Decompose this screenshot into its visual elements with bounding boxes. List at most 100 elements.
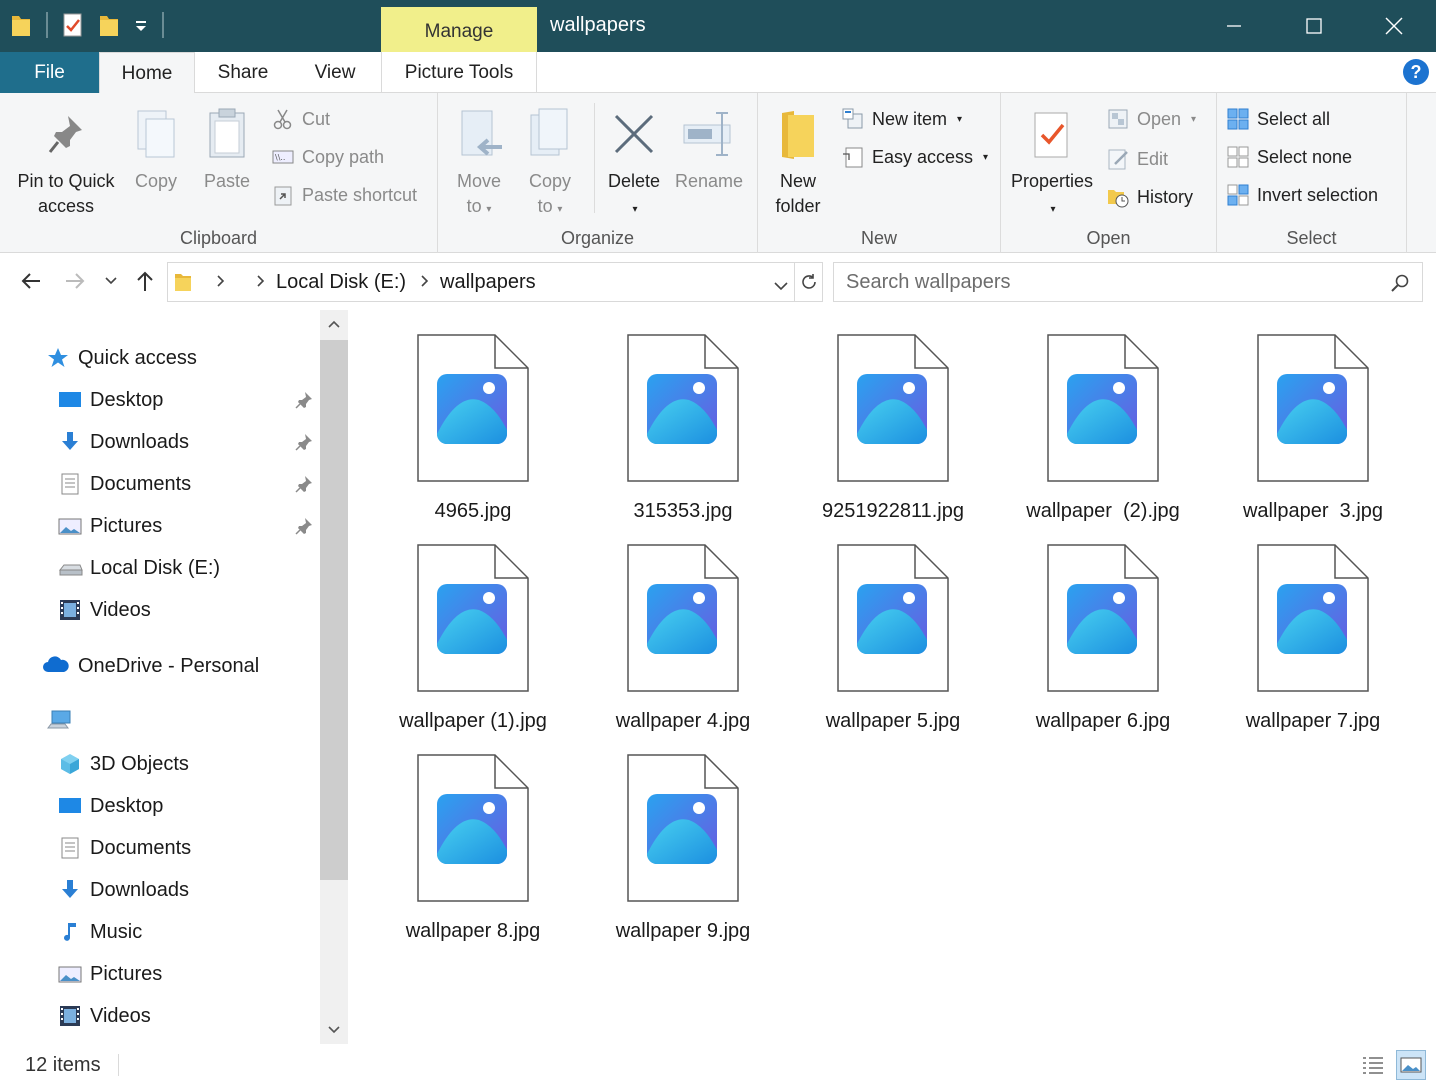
image-file-icon	[837, 544, 949, 692]
easy-access-button[interactable]: Easy access ▾	[842, 141, 988, 173]
nav-item-videos[interactable]: Videos	[58, 998, 151, 1034]
delete-button[interactable]: Delete ▾	[602, 99, 666, 222]
move-to-button[interactable]: Move to ▾	[448, 99, 510, 222]
file-name: wallpaper 3.jpg	[1242, 500, 1384, 522]
breadcrumb-chevron-icon[interactable]	[256, 271, 266, 294]
paste-button[interactable]: Paste	[196, 99, 258, 194]
pin-icon[interactable]	[294, 390, 314, 410]
scroll-up-button[interactable]	[320, 310, 348, 338]
paste-shortcut-button[interactable]: Paste shortcut	[272, 179, 417, 211]
cut-button[interactable]: Cut	[272, 103, 330, 135]
large-icons-view-button[interactable]	[1396, 1050, 1426, 1080]
rename-button[interactable]: Rename	[672, 99, 746, 194]
tab-home[interactable]: Home	[99, 52, 195, 94]
breadcrumb-chevron-icon[interactable]	[216, 271, 226, 294]
computer-icon	[46, 708, 71, 732]
tab-picture-tools[interactable]: Picture Tools	[381, 52, 537, 93]
customize-toolbar-chevron-icon[interactable]	[134, 12, 148, 38]
file-item[interactable]: wallpaper 8.jpg	[373, 754, 573, 943]
tab-view[interactable]: View	[290, 52, 380, 93]
file-item[interactable]: 315353.jpg	[583, 334, 783, 523]
search-icon[interactable]	[1390, 273, 1410, 293]
organize-group-label: Organize	[560, 228, 635, 248]
quick-access-toolbar	[10, 12, 164, 38]
properties-button[interactable]: Properties ▾	[1007, 99, 1097, 222]
edit-button[interactable]: Edit	[1107, 143, 1168, 175]
address-bar[interactable]: Local Disk (E:) wallpapers	[167, 262, 823, 302]
nav-this-pc[interactable]	[46, 702, 78, 738]
nav-item-desktop[interactable]: Desktop	[58, 788, 163, 824]
close-button[interactable]	[1354, 0, 1434, 52]
paste-label: Paste	[203, 171, 251, 191]
file-item[interactable]: wallpaper (1).jpg	[373, 544, 573, 733]
nav-item-desktop[interactable]: Desktop	[58, 382, 163, 418]
file-item[interactable]: wallpaper 9.jpg	[583, 754, 783, 943]
nav-onedrive[interactable]: OneDrive - Personal	[42, 648, 259, 684]
nav-item-documents[interactable]: Documents	[58, 830, 191, 866]
pin-to-quick-access-button[interactable]: Pin to Quick access	[8, 99, 124, 219]
file-item[interactable]: wallpaper 7.jpg	[1213, 544, 1413, 733]
downloads-icon	[58, 878, 82, 902]
forward-button[interactable]	[62, 268, 88, 294]
invert-selection-button[interactable]: Invert selection	[1227, 179, 1378, 211]
dropdown-caret-icon: ▾	[983, 151, 989, 163]
pin-icon[interactable]	[294, 432, 314, 452]
new-item-button[interactable]: New item ▾	[842, 103, 962, 135]
tab-share[interactable]: Share	[200, 52, 286, 93]
nav-quick-access[interactable]: Quick access	[46, 340, 197, 376]
nav-item-downloads[interactable]: Downloads	[58, 424, 189, 460]
pin-icon[interactable]	[294, 474, 314, 494]
nav-item-downloads[interactable]: Downloads	[58, 872, 189, 908]
search-box[interactable]: Search wallpapers	[833, 262, 1423, 302]
image-file-icon	[1257, 544, 1369, 692]
history-button[interactable]: History	[1107, 181, 1193, 213]
file-item[interactable]: wallpaper 4.jpg	[583, 544, 783, 733]
scroll-thumb[interactable]	[320, 340, 348, 880]
nav-item-pictures[interactable]: Pictures	[58, 956, 162, 992]
breadcrumb-wallpapers[interactable]: wallpapers	[440, 271, 536, 294]
properties-icon[interactable]	[62, 12, 84, 38]
recent-locations-button[interactable]	[98, 268, 124, 294]
nav-item-documents[interactable]: Documents	[58, 466, 191, 502]
help-button[interactable]: ?	[1403, 59, 1429, 85]
breadcrumb-local-disk[interactable]: Local Disk (E:)	[276, 271, 406, 294]
nav-item-label: Documents	[90, 836, 192, 859]
back-button[interactable]	[18, 268, 44, 294]
nav-pane-scrollbar[interactable]	[320, 310, 348, 1044]
details-view-button[interactable]	[1358, 1050, 1388, 1080]
folder-icon[interactable]	[10, 12, 32, 38]
close-icon	[1385, 17, 1403, 35]
copy-label: Copy	[134, 171, 178, 191]
new-folder-button[interactable]: New folder	[766, 99, 830, 219]
tab-manage[interactable]: Manage	[381, 7, 537, 52]
minimize-button[interactable]	[1194, 0, 1274, 52]
file-item[interactable]: wallpaper (2).jpg	[1003, 334, 1203, 523]
file-item[interactable]: wallpaper 5.jpg	[793, 544, 993, 733]
nav-item-local-disk-e[interactable]: Local Disk (E:)	[58, 550, 220, 586]
copy-button[interactable]: Copy	[126, 99, 186, 194]
file-item[interactable]: wallpaper 3.jpg	[1213, 334, 1413, 523]
new-folder-line2: folder	[775, 196, 821, 216]
nav-item-3d-objects[interactable]: 3D Objects	[58, 746, 189, 782]
select-none-button[interactable]: Select none	[1227, 141, 1352, 173]
maximize-button[interactable]	[1274, 0, 1354, 52]
nav-item-music[interactable]: Music	[58, 914, 142, 950]
up-button[interactable]	[132, 268, 158, 294]
refresh-button[interactable]	[794, 262, 823, 302]
new-folder-icon[interactable]	[98, 12, 120, 38]
breadcrumb-chevron-icon[interactable]	[420, 271, 430, 294]
nav-item-pictures[interactable]: Pictures	[58, 508, 162, 544]
copy-to-button[interactable]: Copy to ▾	[518, 99, 582, 222]
copy-path-button[interactable]: \\.. Copy path	[272, 141, 384, 173]
pin-icon[interactable]	[294, 516, 314, 536]
file-item[interactable]: 9251922811.jpg	[793, 334, 993, 523]
scroll-down-button[interactable]	[320, 1016, 348, 1044]
file-item[interactable]: wallpaper 6.jpg	[1003, 544, 1203, 733]
address-history-chevron-icon[interactable]	[774, 275, 788, 298]
file-item[interactable]: 4965.jpg	[373, 334, 573, 523]
select-all-button[interactable]: Select all	[1227, 103, 1330, 135]
tab-file[interactable]: File	[0, 52, 99, 93]
nav-item-videos[interactable]: Videos	[58, 592, 151, 628]
image-file-icon	[417, 754, 529, 902]
open-button[interactable]: Open ▾	[1107, 103, 1196, 135]
